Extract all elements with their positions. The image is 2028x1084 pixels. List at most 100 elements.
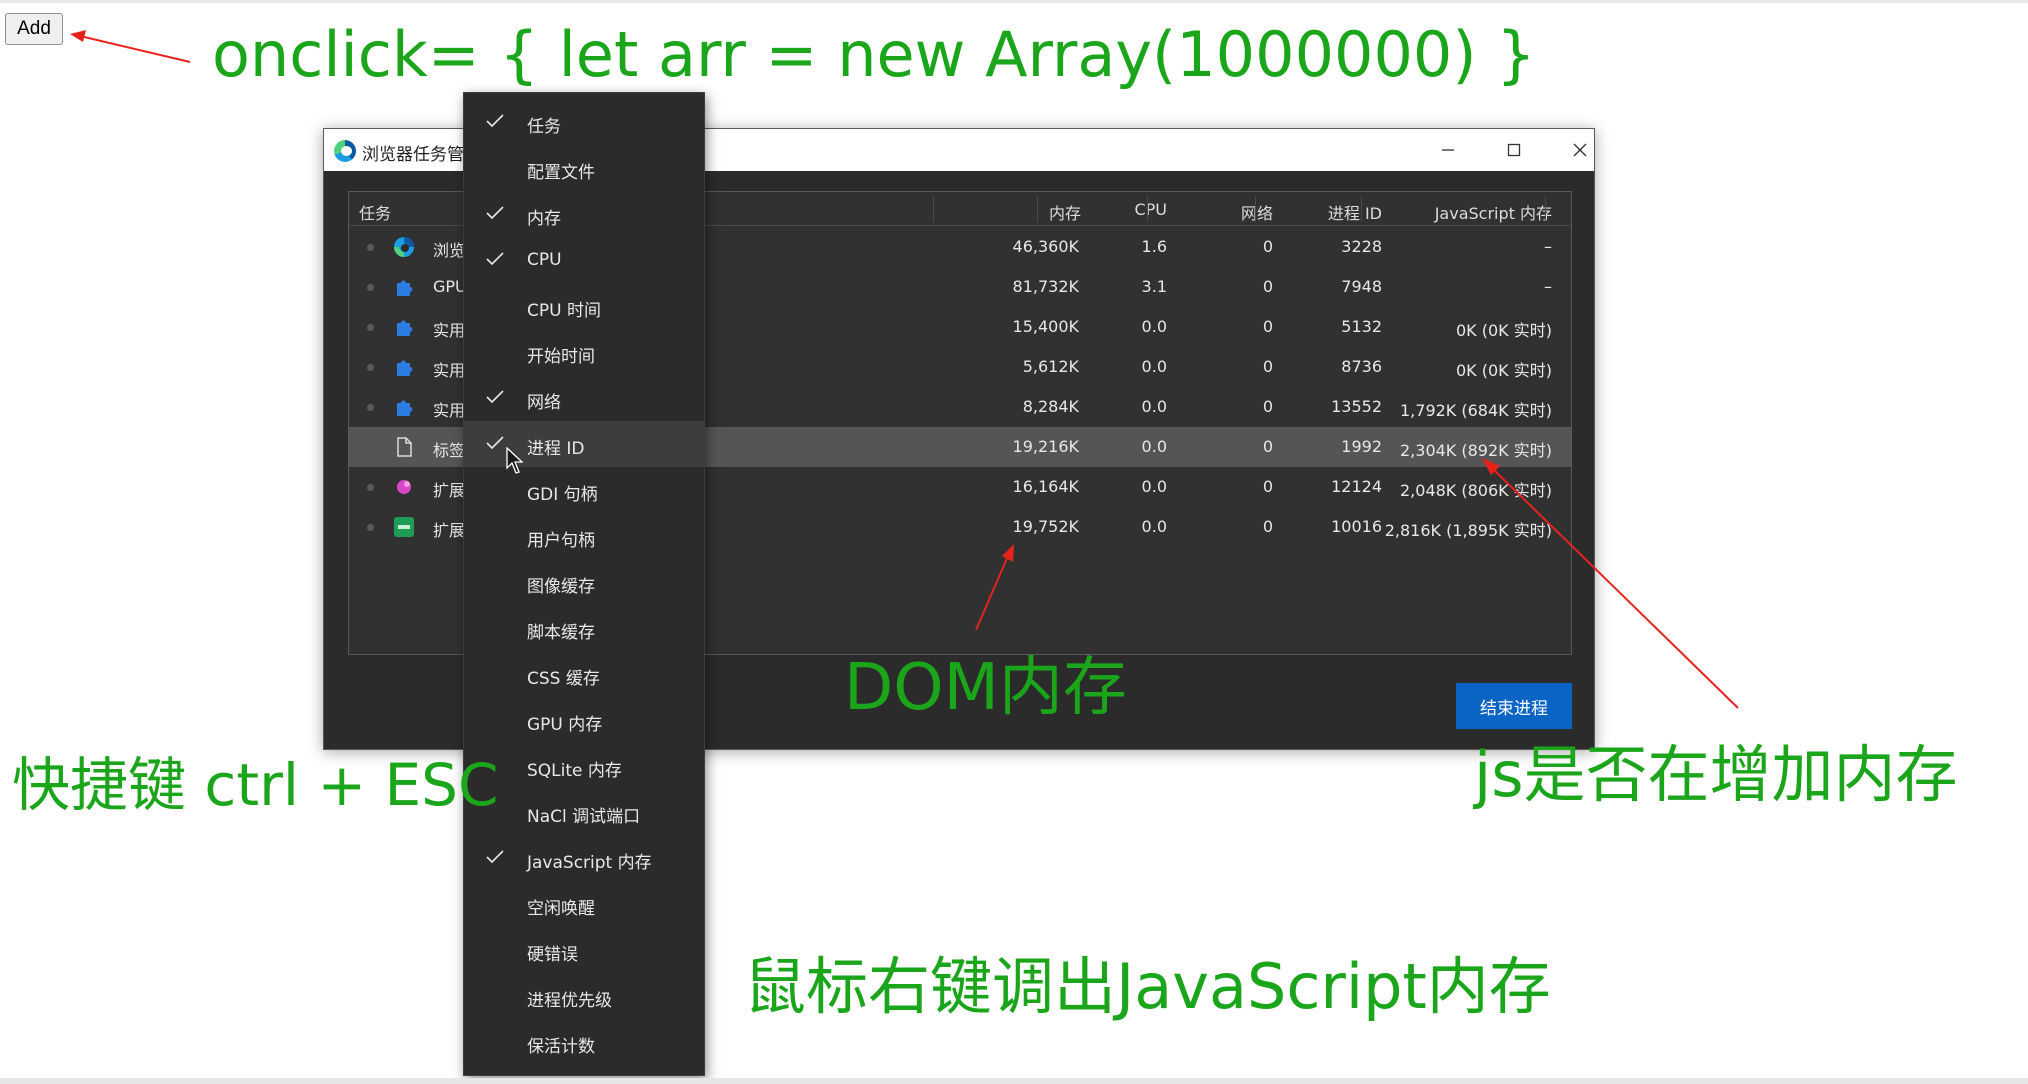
- check-icon: [486, 252, 504, 266]
- menu-item-javascript-memory[interactable]: JavaScript 内存: [464, 835, 704, 881]
- check-icon: [486, 206, 504, 220]
- menu-item-sqlite-memory[interactable]: SQLite 内存: [464, 743, 704, 789]
- dom-memory-annotation: DOM内存: [844, 651, 1127, 725]
- cpu-value: 0.0: [1141, 517, 1167, 536]
- check-icon: [486, 436, 504, 450]
- check-icon: [486, 850, 504, 864]
- arrow-to-add-button: [70, 30, 191, 63]
- column-divider: [1545, 196, 1546, 222]
- js-memory-value: 0K (0K 实时): [1455, 321, 1552, 340]
- column-header-network[interactable]: 网络: [1179, 200, 1273, 224]
- minimize-icon: [1442, 149, 1454, 151]
- menu-item-idle-wakeups[interactable]: 空闲唤醒: [464, 881, 704, 927]
- status-dot: [367, 404, 374, 411]
- js-memory-annotation: js是否在增加内存: [1474, 738, 1958, 811]
- memory-value: 16,164K: [1012, 477, 1079, 496]
- task-name: 浏览: [433, 241, 466, 260]
- menu-item-label: 保活计数: [527, 1037, 595, 1057]
- status-dot: [367, 364, 374, 371]
- onclick-code-annotation: onclick= { let arr = new Array(1000000) …: [212, 18, 1536, 91]
- maximize-button[interactable]: [1484, 129, 1544, 171]
- menu-item-label: GDI 句柄: [527, 485, 598, 505]
- page-icon: [397, 437, 412, 457]
- memory-value: 8,284K: [1022, 397, 1079, 416]
- memory-value: 46,360K: [1012, 237, 1079, 256]
- cpu-value: 0.0: [1141, 437, 1167, 456]
- menu-item-gpu-memory[interactable]: GPU 内存: [464, 697, 704, 743]
- page-top-border: [0, 0, 2028, 3]
- menu-item-start-time[interactable]: 开始时间: [464, 329, 704, 375]
- column-header-cpu[interactable]: CPU: [1089, 200, 1167, 219]
- js-memory-value: 1,792K (684K 实时): [1400, 401, 1552, 420]
- cpu-value: 0.0: [1141, 317, 1167, 336]
- column-divider: [1147, 196, 1148, 222]
- cpu-value: 3.1: [1141, 277, 1167, 296]
- js-memory-value: 0K (0K 实时): [1455, 361, 1552, 380]
- menu-item-network[interactable]: 网络: [464, 375, 704, 421]
- js-memory-value: –: [1544, 237, 1552, 256]
- close-icon: [1573, 143, 1587, 157]
- add-button[interactable]: Add: [5, 13, 63, 45]
- menu-item-label: CPU: [527, 250, 562, 270]
- menu-item-label: 空闲唤醒: [527, 899, 595, 919]
- menu-item-label: 配置文件: [527, 163, 595, 183]
- menu-item-css-cache[interactable]: CSS 缓存: [464, 651, 704, 697]
- menu-item-label: 网络: [527, 393, 561, 413]
- cpu-value: 1.6: [1141, 237, 1167, 256]
- menu-item-cpu-time[interactable]: CPU 时间: [464, 283, 704, 329]
- end-process-button[interactable]: 结束进程: [1456, 683, 1572, 729]
- task-name: 标签: [433, 441, 466, 460]
- task-name: 实用: [433, 361, 466, 380]
- memory-value: 19,752K: [1012, 517, 1079, 536]
- menu-item-label: 开始时间: [527, 347, 595, 367]
- menu-item-label: JavaScript 内存: [527, 853, 652, 873]
- check-icon: [486, 390, 504, 404]
- column-header-js-memory[interactable]: JavaScript 内存: [1379, 200, 1552, 224]
- status-dot: [367, 284, 374, 291]
- menu-item-process-id[interactable]: 进程 ID: [464, 421, 704, 467]
- status-dot: [367, 484, 374, 491]
- memory-value: 5,612K: [1022, 357, 1079, 376]
- menu-item-label: NaCl 调试端口: [527, 807, 641, 827]
- menu-item-image-cache[interactable]: 图像缓存: [464, 559, 704, 605]
- close-button[interactable]: [1550, 129, 1610, 171]
- menu-item-process-priority[interactable]: 进程优先级: [464, 973, 704, 1019]
- menu-item-label: 进程 ID: [527, 439, 585, 459]
- minimize-button[interactable]: [1418, 129, 1478, 171]
- menu-item-label: 图像缓存: [527, 577, 595, 597]
- puzzle-icon: [397, 320, 413, 336]
- column-divider: [933, 196, 934, 222]
- menu-item-label: 脚本缓存: [527, 623, 595, 643]
- task-name: 扩展: [433, 521, 466, 540]
- menu-item-gdi-handles[interactable]: GDI 句柄: [464, 467, 704, 513]
- mouse-cursor-icon: [506, 447, 524, 474]
- right-click-hint-annotation: 鼠标右键调出JavaScript内存: [744, 950, 1551, 1023]
- status-dot: [367, 244, 374, 251]
- extension-pink-icon: [397, 480, 411, 494]
- menu-item-label: 进程优先级: [527, 991, 612, 1011]
- menu-item-task[interactable]: 任务: [464, 99, 704, 145]
- menu-item-keepalive-count[interactable]: 保活计数: [464, 1019, 704, 1065]
- menu-item-cpu[interactable]: CPU: [464, 237, 704, 283]
- menu-item-hard-faults[interactable]: 硬错误: [464, 927, 704, 973]
- menu-item-user-handles[interactable]: 用户句柄: [464, 513, 704, 559]
- memory-value: 19,216K: [1012, 437, 1079, 456]
- js-memory-value: 2,816K (1,895K 实时): [1384, 521, 1552, 540]
- menu-item-label: 硬错误: [527, 945, 578, 965]
- js-memory-value: 2,048K (806K 实时): [1400, 481, 1552, 500]
- status-dot: [367, 324, 374, 331]
- menu-item-memory[interactable]: 内存: [464, 191, 704, 237]
- menu-item-nacl-debug-port[interactable]: NaCl 调试端口: [464, 789, 704, 835]
- task-name: 扩展: [433, 481, 466, 500]
- js-memory-value: 2,304K (892K 实时): [1400, 441, 1552, 460]
- edge-logo-icon: [334, 140, 356, 162]
- menu-item-profile[interactable]: 配置文件: [464, 145, 704, 191]
- column-divider: [1361, 196, 1362, 222]
- network-value: 0: [1262, 237, 1273, 256]
- column-header-pid[interactable]: 进程 ID: [1279, 200, 1382, 224]
- cpu-value: 0.0: [1141, 397, 1167, 416]
- column-divider: [1037, 196, 1038, 222]
- task-manager-title: 浏览器任务管: [362, 145, 464, 165]
- column-header-task[interactable]: 任务: [359, 200, 391, 224]
- menu-item-script-cache[interactable]: 脚本缓存: [464, 605, 704, 651]
